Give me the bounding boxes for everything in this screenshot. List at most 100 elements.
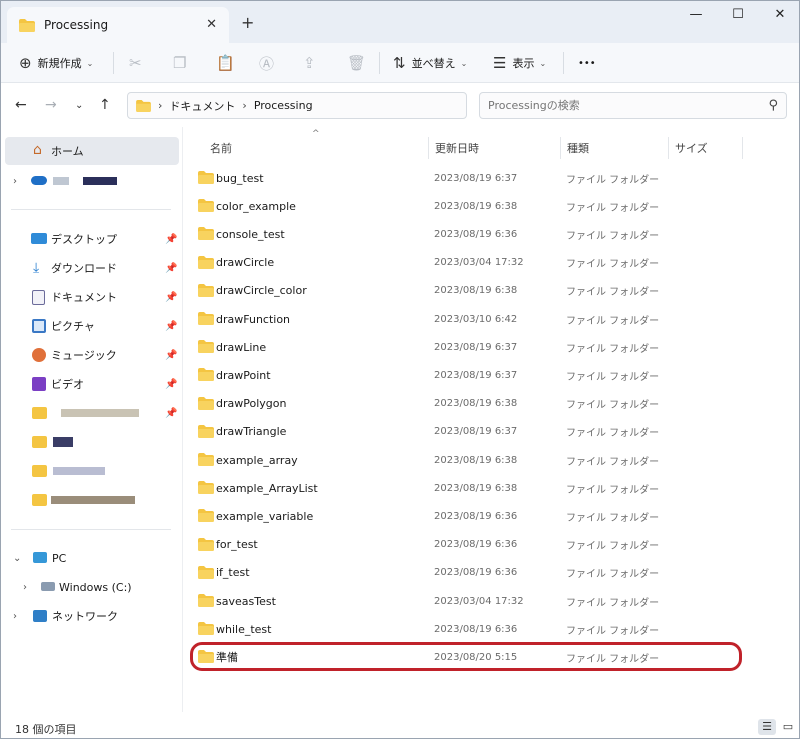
folder-icon	[198, 481, 214, 495]
chevron-right-icon[interactable]: ›	[23, 582, 27, 593]
column-header-name[interactable]: 名前	[204, 135, 426, 161]
close-window-button[interactable]: ✕	[765, 7, 795, 25]
details-view-button[interactable]: ☰	[758, 719, 776, 735]
maximize-button[interactable]: ☐	[723, 7, 753, 25]
file-row[interactable]: console_test 2023/08/19 6:36 ファイル フォルダー	[184, 220, 799, 248]
sidebar-item-pinned-folder[interactable]: 📌	[1, 399, 183, 427]
chevron-down-icon[interactable]: ⌄	[13, 553, 21, 564]
sidebar-item-pictures[interactable]: ピクチャ 📌	[1, 312, 183, 340]
rename-icon: Ⓐ	[259, 54, 275, 73]
sidebar-item-label: ミュージック	[51, 349, 117, 362]
sidebar-item-onedrive[interactable]: ›	[1, 167, 183, 195]
file-row[interactable]: while_test 2023/08/19 6:36 ファイル フォルダー	[184, 615, 799, 643]
sidebar-item-desktop[interactable]: デスクトップ 📌	[1, 225, 183, 253]
pin-icon[interactable]: 📌	[165, 350, 177, 361]
file-name: drawTriangle	[216, 425, 287, 439]
search-input[interactable]	[488, 99, 748, 112]
cut-button[interactable]: ✂	[129, 43, 148, 83]
up-button[interactable]: ↑	[99, 97, 111, 113]
breadcrumb-processing[interactable]: Processing	[254, 99, 313, 112]
delete-button[interactable]: 🗑	[347, 43, 372, 83]
forward-button[interactable]: →	[45, 97, 57, 113]
share-button[interactable]: ⇪	[303, 43, 322, 83]
back-button[interactable]: ←	[15, 97, 27, 113]
chevron-right-icon[interactable]: ›	[13, 611, 17, 622]
toolbar-divider	[113, 52, 114, 74]
search-icon[interactable]: ⚲	[768, 98, 778, 113]
pin-icon[interactable]: 📌	[165, 321, 177, 332]
sidebar-item-label: ビデオ	[51, 378, 84, 391]
pin-icon[interactable]: 📌	[165, 234, 177, 245]
more-options-button[interactable]: •••	[578, 43, 596, 83]
chevron-down-icon: ⌄	[539, 58, 547, 68]
new-button[interactable]: ⊕ 新規作成 ⌄	[19, 43, 93, 83]
file-row[interactable]: drawCircle 2023/03/04 17:32 ファイル フォルダー	[184, 249, 799, 277]
file-row[interactable]: for_test 2023/08/19 6:36 ファイル フォルダー	[184, 531, 799, 559]
file-type: ファイル フォルダー	[566, 541, 660, 553]
file-row[interactable]: drawPolygon 2023/08/19 6:38 ファイル フォルダー	[184, 390, 799, 418]
file-row[interactable]: drawFunction 2023/03/10 6:42 ファイル フォルダー	[184, 305, 799, 333]
file-type: ファイル フォルダー	[566, 202, 660, 214]
sidebar-item-music[interactable]: ミュージック 📌	[1, 341, 183, 369]
pin-icon[interactable]: 📌	[165, 292, 177, 303]
file-row[interactable]: color_example 2023/08/19 6:38 ファイル フォルダー	[184, 192, 799, 220]
sidebar-item-label: PC	[52, 551, 67, 565]
sidebar-item-drive-c[interactable]: › Windows (C:)	[1, 573, 183, 601]
pin-icon[interactable]: 📌	[165, 408, 177, 419]
sidebar-item-folder[interactable]	[1, 428, 183, 456]
recent-locations-button[interactable]: ⌄	[75, 100, 83, 111]
column-divider[interactable]	[742, 137, 743, 159]
file-name: drawFunction	[216, 312, 291, 326]
file-row[interactable]: drawTriangle 2023/08/19 6:37 ファイル フォルダー	[184, 418, 799, 446]
file-date: 2023/08/19 6:36	[434, 510, 518, 522]
sidebar-item-documents[interactable]: ドキュメント 📌	[1, 283, 183, 311]
file-row[interactable]: example_variable 2023/08/19 6:36 ファイル フォルダ…	[184, 502, 799, 530]
sidebar-item-pc[interactable]: ⌄ PC	[1, 544, 183, 572]
file-row[interactable]: saveasTest 2023/03/04 17:32 ファイル フォルダー	[184, 587, 799, 615]
copy-button[interactable]: ❐	[173, 43, 192, 83]
new-tab-button[interactable]: +	[241, 13, 254, 32]
file-date: 2023/08/19 6:37	[434, 172, 518, 184]
file-row[interactable]: drawCircle_color 2023/08/19 6:38 ファイル フォルダ…	[184, 277, 799, 305]
sort-button[interactable]: ⇅ 並べ替え ⌄	[393, 43, 467, 83]
file-name: drawCircle	[216, 256, 275, 270]
music-icon	[32, 348, 46, 362]
chevron-right-icon[interactable]: ›	[13, 176, 17, 187]
search-box[interactable]: ⚲	[479, 92, 787, 119]
column-header-size[interactable]: サイズ	[669, 135, 741, 161]
file-row[interactable]: example_ArrayList 2023/08/19 6:38 ファイル フォル…	[184, 474, 799, 502]
sidebar-item-network[interactable]: › ネットワーク	[1, 602, 183, 630]
file-type: ファイル フォルダー	[566, 230, 660, 242]
close-tab-icon[interactable]: ✕	[206, 17, 217, 32]
file-row[interactable]: if_test 2023/08/19 6:36 ファイル フォルダー	[184, 559, 799, 587]
file-date: 2023/08/19 6:37	[434, 341, 518, 353]
file-date: 2023/08/19 6:38	[434, 482, 518, 494]
column-header-type[interactable]: 種類	[561, 135, 667, 161]
tiles-view-button[interactable]: ▭	[779, 719, 797, 735]
sidebar-item-folder[interactable]	[1, 486, 183, 514]
breadcrumb-documents[interactable]: ドキュメント	[169, 98, 235, 114]
file-name: example_ArrayList	[216, 481, 318, 495]
file-row[interactable]: drawLine 2023/08/19 6:37 ファイル フォルダー	[184, 333, 799, 361]
column-header-label: 更新日時	[435, 142, 479, 155]
minimize-button[interactable]: —	[681, 7, 711, 25]
pin-icon[interactable]: 📌	[165, 263, 177, 274]
title-bar: Processing ✕ + — ☐ ✕	[1, 1, 799, 43]
sidebar-item-videos[interactable]: ビデオ 📌	[1, 370, 183, 398]
tab-title: Processing	[44, 18, 109, 32]
folder-icon	[198, 509, 214, 523]
file-row[interactable]: bug_test 2023/08/19 6:37 ファイル フォルダー	[184, 164, 799, 192]
file-row[interactable]: drawPoint 2023/08/19 6:37 ファイル フォルダー	[184, 361, 799, 389]
sidebar-item-home[interactable]: ⌂ ホーム	[5, 137, 179, 165]
address-bar[interactable]: › ドキュメント › Processing ⌄ ⟳	[127, 92, 582, 119]
command-bar: ⊕ 新規作成 ⌄ ✂ ❐ 📋 Ⓐ ⇪ 🗑 ⇅ 並べ替え ⌄ ☰ 表示 ⌄ •••	[1, 43, 799, 83]
view-button[interactable]: ☰ 表示 ⌄	[493, 43, 546, 83]
rename-button[interactable]: Ⓐ	[259, 43, 280, 83]
sidebar-item-downloads[interactable]: ⤓ ダウンロード 📌	[1, 254, 183, 282]
file-row[interactable]: example_array 2023/08/19 6:38 ファイル フォルダー	[184, 446, 799, 474]
column-header-date[interactable]: 更新日時	[429, 135, 559, 161]
pin-icon[interactable]: 📌	[165, 379, 177, 390]
sidebar-item-folder[interactable]	[1, 457, 183, 485]
tab-processing[interactable]: Processing ✕	[7, 7, 229, 43]
paste-button[interactable]: 📋	[216, 43, 241, 83]
